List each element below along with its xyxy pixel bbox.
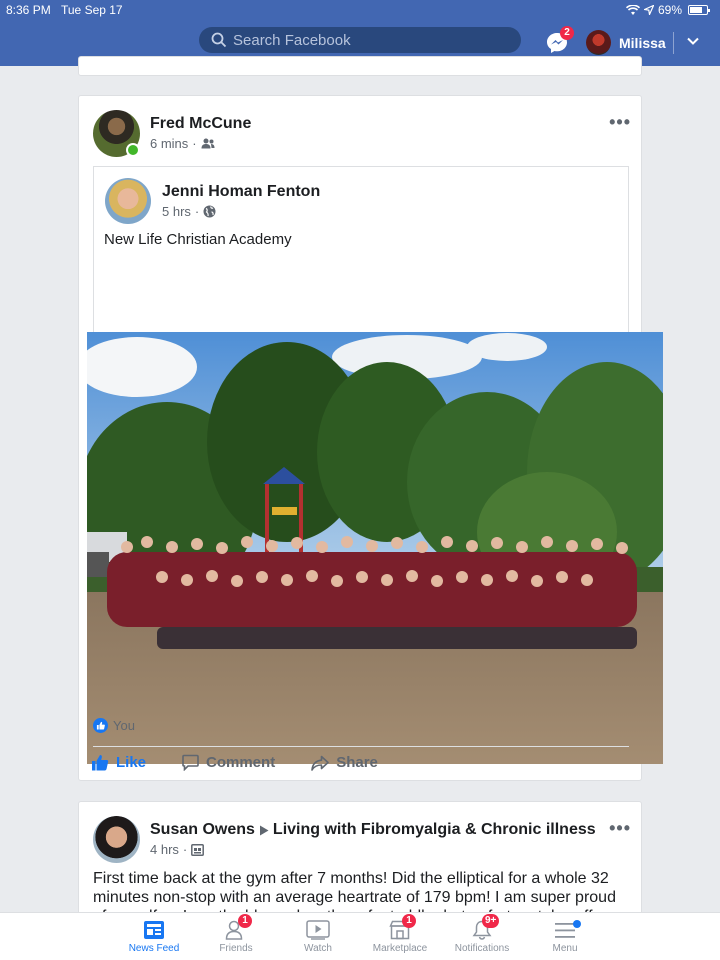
reactions-summary[interactable]: You: [93, 718, 135, 733]
nav-label: Watch: [304, 943, 332, 954]
globe-icon: [203, 205, 216, 218]
post-time[interactable]: 4 hrs: [150, 842, 179, 857]
share-icon: [311, 755, 329, 771]
nav-label: News Feed: [128, 943, 180, 954]
post-author-name[interactable]: Susan Owens: [150, 821, 255, 839]
post-meta: 4 hrs ·: [150, 842, 205, 857]
nav-watch[interactable]: Watch: [280, 917, 356, 954]
header-divider: [673, 32, 674, 54]
avatar[interactable]: [93, 816, 140, 863]
shared-author-name[interactable]: Jenni Homan Fenton: [162, 183, 320, 201]
nav-marketplace[interactable]: 1 Marketplace: [362, 914, 438, 954]
more-options-icon[interactable]: •••: [609, 112, 631, 133]
nav-news-feed[interactable]: News Feed: [116, 917, 192, 954]
post-meta: 6 mins ·: [150, 136, 215, 151]
friends-icon: [201, 138, 215, 149]
online-status-dot: [126, 143, 140, 157]
post-author-name[interactable]: Fred McCune: [150, 115, 251, 133]
shared-post-time[interactable]: 5 hrs: [162, 204, 191, 219]
status-date: Tue Sep 17: [61, 3, 123, 17]
search-icon: [205, 32, 233, 48]
comment-icon: [182, 754, 199, 771]
avatar[interactable]: [105, 178, 151, 224]
thumbs-up-icon: [92, 755, 109, 771]
like-button[interactable]: Like: [91, 754, 146, 771]
profile-name: Milissa: [619, 34, 666, 51]
previous-post-card: [78, 56, 642, 76]
status-indicators: 69%: [625, 3, 710, 17]
battery-percent: 69%: [657, 3, 682, 17]
post-card: Fred McCune 6 mins · ••• Jenni Homan Fen…: [78, 95, 663, 781]
chevron-down-icon[interactable]: [686, 34, 700, 53]
action-divider: [93, 746, 629, 747]
nav-label: Marketplace: [372, 943, 428, 954]
nav-badge: 9+: [482, 914, 500, 928]
nav-label: Friends: [219, 943, 253, 954]
nav-notifications[interactable]: 9+ Notifications: [444, 914, 520, 954]
nav-badge: 1: [238, 914, 252, 928]
status-bar: 8:36 PM Tue Sep 17 69%: [0, 0, 720, 20]
nav-label: Menu: [552, 943, 578, 954]
comment-button[interactable]: Comment: [182, 754, 275, 771]
meta-separator: ·: [194, 204, 200, 219]
nav-menu[interactable]: Menu: [527, 917, 603, 954]
group-photo[interactable]: [87, 332, 663, 764]
shared-post-meta: 5 hrs ·: [162, 204, 216, 219]
comment-label: Comment: [206, 754, 276, 771]
share-label: Share: [336, 754, 378, 771]
group-icon: [191, 843, 205, 856]
triangle-right-icon: [259, 825, 269, 835]
shared-post-text: New Life Christian Academy: [104, 231, 292, 248]
nav-badge: 1: [402, 914, 416, 928]
status-time: 8:36 PM: [6, 3, 51, 17]
group-name[interactable]: Living with Fibromyalgia & Chronic illne…: [273, 821, 596, 839]
watch-icon: [306, 917, 330, 943]
post-header-line: Susan Owens Living with Fibromyalgia & C…: [150, 821, 596, 839]
avatar: [586, 30, 611, 55]
notification-dot: [573, 920, 581, 928]
battery-icon: [688, 5, 710, 15]
like-reaction-icon: [93, 718, 108, 733]
reactions-text: You: [113, 718, 135, 733]
profile-button[interactable]: Milissa: [586, 30, 666, 55]
share-button[interactable]: Share: [311, 754, 378, 771]
messenger-button[interactable]: 2: [546, 26, 574, 54]
meta-separator: ·: [182, 842, 188, 857]
group-photo-image: [87, 332, 663, 764]
like-label: Like: [116, 754, 147, 771]
meta-separator: ·: [192, 136, 197, 151]
post-actions: Like Comment Share: [91, 754, 378, 771]
shared-post[interactable]: Jenni Homan Fenton 5 hrs · New Life Chri…: [87, 166, 663, 764]
search-bar[interactable]: [199, 27, 521, 53]
bottom-nav: News Feed 1 Friends Watch 1 Marketplace …: [0, 912, 720, 960]
news-feed-icon: [143, 917, 165, 943]
nav-friends[interactable]: 1 Friends: [198, 914, 274, 954]
location-arrow-icon: [643, 5, 654, 15]
post-time[interactable]: 6 mins: [150, 136, 188, 151]
messenger-badge: 2: [560, 26, 574, 40]
nav-label: Notifications: [454, 943, 510, 954]
wifi-icon: [625, 4, 640, 15]
more-options-icon[interactable]: •••: [609, 818, 631, 839]
search-input[interactable]: [233, 31, 503, 49]
